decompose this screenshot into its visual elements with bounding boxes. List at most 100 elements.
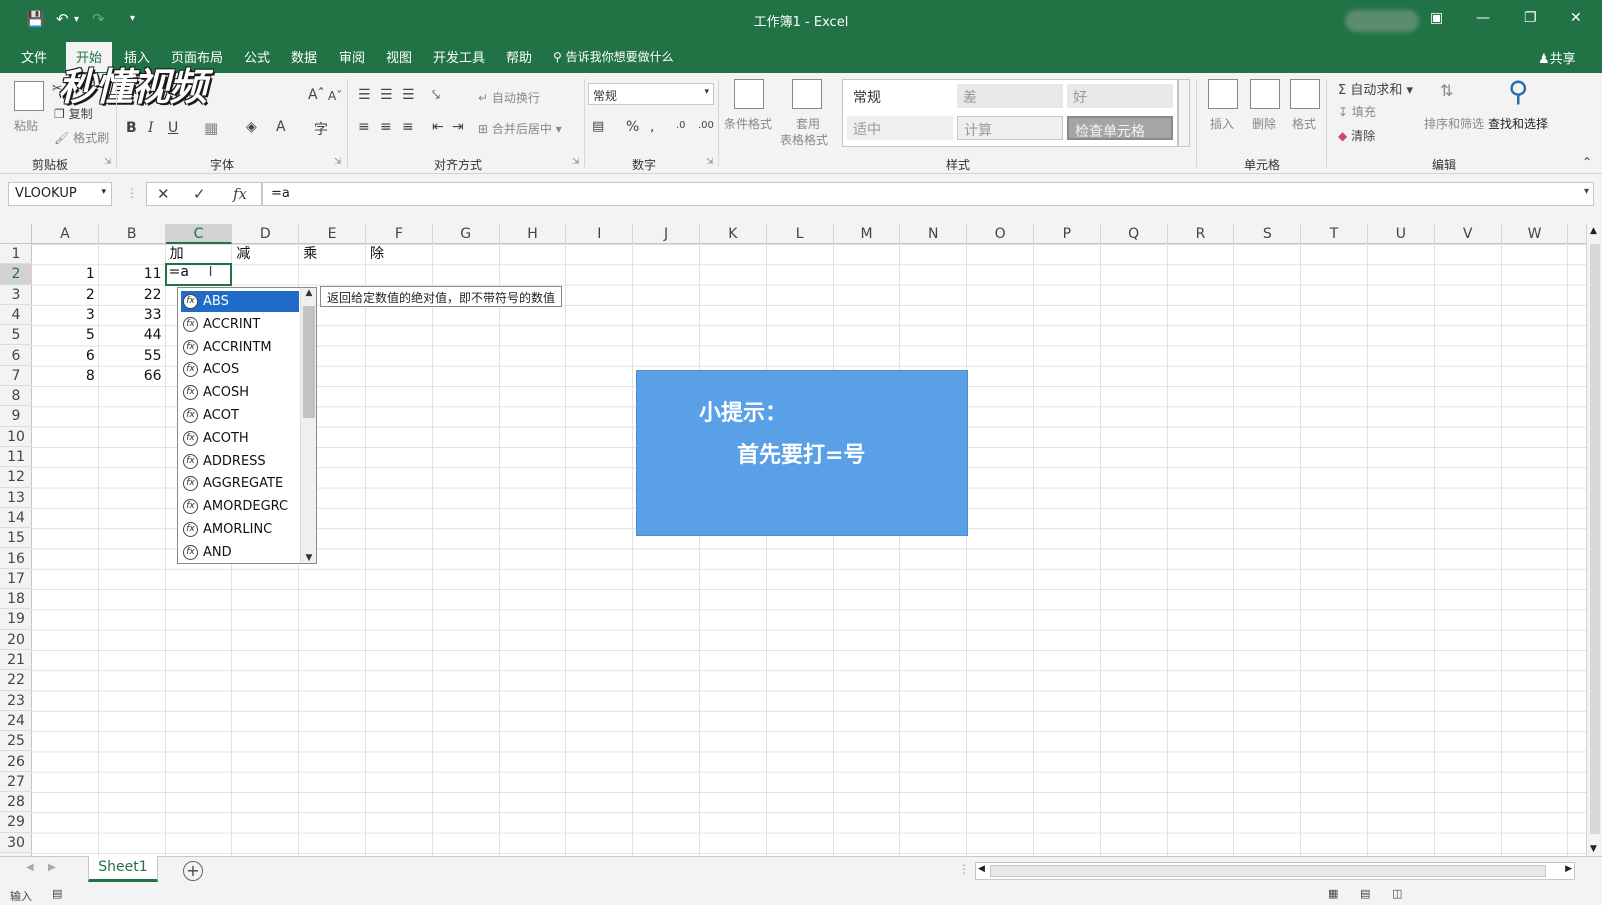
row-header-10[interactable]: 10 bbox=[0, 427, 32, 447]
row-header-16[interactable]: 16 bbox=[0, 549, 32, 569]
tab-data[interactable]: 数据 bbox=[291, 47, 317, 66]
row-header-11[interactable]: 11 bbox=[0, 447, 32, 468]
column-header-r[interactable]: R bbox=[1168, 224, 1235, 244]
tab-review[interactable]: 审阅 bbox=[339, 47, 365, 66]
magnifier-icon[interactable]: ⚲ bbox=[1508, 75, 1529, 108]
clipboard-launcher-icon[interactable]: ⇲ bbox=[104, 157, 112, 167]
font-color-icon[interactable]: A bbox=[276, 119, 286, 135]
sort-filter-button[interactable]: 排序和筛选 bbox=[1424, 115, 1484, 132]
alignment-launcher-icon[interactable]: ⇲ bbox=[572, 157, 580, 167]
decrease-decimal-icon[interactable]: .00 bbox=[698, 120, 714, 131]
fill-button[interactable]: ↧ 填充 bbox=[1338, 103, 1376, 120]
row-header-9[interactable]: 9 bbox=[0, 406, 32, 427]
select-all-corner[interactable] bbox=[0, 224, 32, 244]
page-layout-view-icon[interactable]: ▤ bbox=[1360, 887, 1370, 900]
row-header-29[interactable]: 29 bbox=[0, 812, 32, 833]
autosum-button[interactable]: Σ 自动求和 ▾ bbox=[1338, 79, 1413, 98]
row-header-27[interactable]: 27 bbox=[0, 772, 32, 793]
decrease-indent-icon[interactable]: ⇤ bbox=[432, 119, 444, 135]
decrease-font-icon[interactable]: Aˇ bbox=[328, 89, 342, 103]
row-header-4[interactable]: 4 bbox=[0, 305, 32, 326]
cell-b5[interactable]: 44 bbox=[103, 325, 162, 345]
column-header-v[interactable]: V bbox=[1435, 224, 1502, 244]
style-normal[interactable]: 常规 bbox=[847, 84, 953, 108]
bold-button[interactable]: B bbox=[126, 120, 137, 136]
row-header-3[interactable]: 3 bbox=[0, 285, 32, 305]
row-header-22[interactable]: 22 bbox=[0, 670, 32, 691]
font-launcher-icon[interactable]: ⇲ bbox=[334, 157, 342, 167]
align-bottom-icon[interactable]: ☰ bbox=[402, 87, 415, 103]
scroll-down-icon[interactable]: ▼ bbox=[301, 553, 316, 563]
format-as-table-icon[interactable] bbox=[792, 79, 822, 109]
autocomplete-item[interactable]: fx ADDRESS bbox=[181, 451, 299, 472]
autocomplete-item[interactable]: fx ACCRINT bbox=[181, 314, 299, 335]
confirm-entry-icon[interactable]: ✓ bbox=[193, 185, 206, 203]
column-header-m[interactable]: M bbox=[834, 224, 901, 244]
format-as-table-line2[interactable]: 表格格式 bbox=[780, 131, 828, 148]
row-header-5[interactable]: 5 bbox=[0, 325, 32, 346]
scroll-right-icon[interactable]: ▶ bbox=[1565, 864, 1572, 874]
scroll-left-icon[interactable]: ◀ bbox=[978, 864, 985, 874]
tab-file[interactable]: 文件 bbox=[21, 47, 47, 66]
find-select-button[interactable]: 查找和选择 bbox=[1488, 115, 1548, 132]
column-header-p[interactable]: P bbox=[1034, 224, 1101, 244]
column-header-b[interactable]: B bbox=[99, 224, 166, 244]
column-header-g[interactable]: G bbox=[433, 224, 500, 244]
row-header-17[interactable]: 17 bbox=[0, 569, 32, 590]
align-center-icon[interactable]: ≡ bbox=[380, 119, 392, 135]
autocomplete-item[interactable]: fx ACOSH bbox=[181, 382, 299, 403]
column-header-l[interactable]: L bbox=[767, 224, 834, 244]
expand-formula-icon[interactable]: ▾ bbox=[1584, 186, 1589, 197]
row-header-30[interactable]: 30 bbox=[0, 833, 32, 853]
delete-cells-icon[interactable] bbox=[1250, 79, 1280, 109]
insert-cells-button[interactable]: 插入 bbox=[1210, 115, 1234, 132]
orientation-icon[interactable]: ⤥ bbox=[432, 87, 440, 103]
row-header-13[interactable]: 13 bbox=[0, 488, 32, 508]
function-autocomplete-list[interactable]: ▲ ▼ fx ABS fx ACCRINT fx ACCRINTM fx ACOS fx ACOS… bbox=[177, 287, 317, 564]
accounting-format-icon[interactable]: ▤ bbox=[592, 119, 604, 134]
conditional-formatting-icon[interactable] bbox=[734, 79, 764, 109]
italic-button[interactable]: I bbox=[148, 120, 154, 136]
column-header-i[interactable]: I bbox=[566, 224, 634, 244]
format-cells-button[interactable]: 格式 bbox=[1292, 115, 1316, 132]
column-header-t[interactable]: T bbox=[1301, 224, 1368, 244]
increase-font-icon[interactable]: Aˆ bbox=[308, 87, 325, 103]
minimize-icon[interactable]: — bbox=[1476, 10, 1490, 26]
column-header-o[interactable]: O bbox=[967, 224, 1034, 244]
style-check-cell[interactable]: 检查单元格 bbox=[1067, 116, 1173, 140]
delete-cells-button[interactable]: 删除 bbox=[1252, 115, 1276, 132]
column-header-k[interactable]: K bbox=[700, 224, 767, 244]
align-right-icon[interactable]: ≡ bbox=[402, 119, 414, 135]
format-as-table-line1[interactable]: 套用 bbox=[796, 115, 820, 132]
row-header-21[interactable]: 21 bbox=[0, 650, 32, 671]
cell-a5[interactable]: 5 bbox=[36, 325, 95, 345]
account-area[interactable] bbox=[1345, 10, 1419, 32]
active-cell-c2[interactable]: =a I bbox=[164, 263, 233, 286]
comma-style-icon[interactable]: , bbox=[650, 119, 654, 135]
row-header-12[interactable]: 12 bbox=[0, 467, 32, 488]
percent-icon[interactable]: % bbox=[626, 119, 639, 135]
number-format-select[interactable]: 常规 ▾ bbox=[588, 83, 714, 105]
ribbon-display-icon[interactable]: ▣ bbox=[1430, 10, 1443, 26]
cell-a2[interactable]: 1 bbox=[36, 264, 95, 284]
style-calculation[interactable]: 计算 bbox=[957, 116, 1063, 140]
share-button[interactable]: ♟共享 bbox=[1538, 48, 1576, 67]
normal-view-icon[interactable]: ▦ bbox=[1328, 887, 1338, 900]
scroll-up-icon[interactable]: ▲ bbox=[301, 288, 316, 298]
prev-sheet-icon[interactable]: ◀ bbox=[26, 862, 34, 873]
tab-formulas[interactable]: 公式 bbox=[244, 47, 270, 66]
cell-b4[interactable]: 33 bbox=[103, 305, 162, 325]
cell-d1[interactable]: 减 bbox=[236, 244, 295, 264]
insert-function-icon[interactable]: fx bbox=[233, 185, 247, 203]
row-header-2[interactable]: 2 bbox=[0, 264, 32, 285]
style-bad[interactable]: 差 bbox=[957, 84, 1063, 108]
autocomplete-item[interactable]: fx ACOTH bbox=[181, 428, 299, 449]
format-painter-button[interactable]: 🖌 格式刷 bbox=[54, 129, 109, 146]
row-header-18[interactable]: 18 bbox=[0, 589, 32, 610]
column-header-h[interactable]: H bbox=[500, 224, 567, 244]
fill-color-icon[interactable]: ◈ bbox=[246, 119, 257, 135]
merge-center-button[interactable]: ⊞ 合并后居中 ▾ bbox=[478, 120, 562, 137]
column-header-c[interactable]: C bbox=[165, 224, 233, 244]
row-header-25[interactable]: 25 bbox=[0, 731, 32, 752]
cell-a3[interactable]: 2 bbox=[36, 285, 95, 305]
